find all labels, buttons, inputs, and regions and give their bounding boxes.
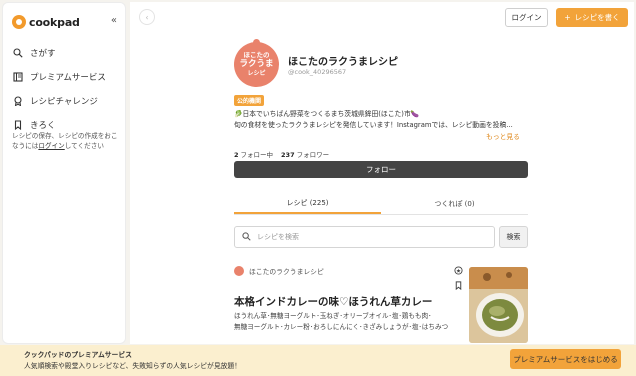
- sidebar-item-search[interactable]: さがす: [12, 41, 120, 65]
- search-icon: [12, 48, 23, 59]
- sidebar: cookpad « さがす プレミアムサービス レシピチャレンジ きろく レシピ…: [2, 2, 126, 344]
- banner-title: クックパッドのプレミアムサービス: [24, 351, 132, 359]
- login-note-tail: してください: [64, 142, 104, 150]
- sidebar-item-label: きろく: [30, 121, 56, 131]
- profile-name: ほこたのラクうまレシピ: [288, 57, 398, 68]
- plus-icon: +: [564, 13, 571, 22]
- profile-tabs: レシピ (225) つくれぽ (0): [234, 193, 528, 215]
- avatar-text-3: レシピ: [247, 70, 266, 77]
- cookpad-logo-icon: [12, 15, 26, 29]
- award-icon: [12, 96, 23, 107]
- recipe-thumbnail[interactable]: [469, 267, 528, 343]
- ingredients-line-2: 無糖ヨーグルト･カレー粉･おろしにんにく･きざみしょうが･塩･はちみつ: [234, 323, 449, 331]
- search-button[interactable]: 検索: [499, 226, 528, 248]
- recipe-card-actions: [454, 266, 463, 292]
- bio-line-2: 旬の食材を使ったラクうまレシピを発信しています！Instagramでは、レシピ動…: [234, 121, 513, 129]
- hotspot-icon[interactable]: [454, 266, 463, 277]
- login-button[interactable]: ログイン: [505, 8, 548, 27]
- search-placeholder: レシピを検索: [257, 233, 299, 241]
- profile-handle: @cook_40296567: [288, 68, 347, 76]
- followers-count: 237: [281, 151, 295, 159]
- login-link[interactable]: ログイン: [38, 142, 64, 150]
- recipe-author[interactable]: ほこたのラクうまレシピ: [234, 266, 324, 276]
- following-stat[interactable]: 2 フォロー中: [234, 149, 273, 159]
- following-label: フォロー中: [240, 151, 274, 159]
- sidebar-item-label: レシピチャレンジ: [30, 97, 98, 107]
- login-note: レシピの保存、レシピの作成をおこなうにはログインしてください: [12, 131, 122, 151]
- follow-button[interactable]: フォロー: [234, 161, 528, 178]
- sidebar-item-premium[interactable]: プレミアムサービス: [12, 65, 120, 89]
- followers-label: フォロワー: [296, 151, 330, 159]
- follow-stats: 2 フォロー中 237 フォロワー: [234, 149, 329, 159]
- back-button[interactable]: ‹: [139, 9, 155, 25]
- write-recipe-button[interactable]: + レシピを書く: [556, 8, 628, 27]
- cookpad-logo[interactable]: cookpad: [12, 14, 80, 30]
- profile-avatar: ほこたの ラクうま レシピ: [234, 37, 279, 87]
- logo-text: cookpad: [29, 15, 80, 29]
- tab-tsukurepo[interactable]: つくれぽ (0): [381, 193, 528, 214]
- official-badge: 公的機関: [234, 95, 265, 106]
- following-count: 2: [234, 151, 239, 159]
- bio-line-1: 🥬日本でいちばん野菜をつくるまち茨城県鉾田(ほこた)市🍆: [234, 110, 420, 118]
- bookmark-icon[interactable]: [454, 281, 463, 292]
- sidebar-item-challenge[interactable]: レシピチャレンジ: [12, 89, 120, 113]
- sidebar-nav: さがす プレミアムサービス レシピチャレンジ きろく: [12, 41, 120, 137]
- author-name: ほこたのラクうまレシピ: [249, 268, 324, 276]
- recipe-title[interactable]: 本格インドカレーの味♡ほうれん草カレー: [234, 294, 432, 309]
- tab-recipes[interactable]: レシピ (225): [234, 193, 381, 214]
- bookmark-icon: [12, 120, 23, 131]
- recipe-ingredients: ほうれん草･無糖ヨーグルト･玉ねぎ･オリーブオイル･塩･鶏もも肉･ 無糖ヨーグル…: [234, 311, 460, 333]
- collapse-sidebar-icon[interactable]: «: [111, 15, 117, 26]
- recipe-search-input[interactable]: レシピを検索: [234, 226, 495, 248]
- followers-stat[interactable]: 237 フォロワー: [281, 149, 329, 159]
- avatar-text-2: ラクうま: [239, 59, 274, 69]
- ingredients-line-1: ほうれん草･無糖ヨーグルト･玉ねぎ･オリーブオイル･塩･鶏もも肉･: [234, 312, 432, 320]
- read-more-link[interactable]: もっと見る: [486, 131, 520, 141]
- banner-subtitle: 人気順検索や殿堂入りレシピなど、失敗知らずの人気レシピが見放題！: [24, 362, 242, 370]
- sidebar-item-label: プレミアムサービス: [30, 73, 106, 83]
- start-premium-button[interactable]: プレミアムサービスをはじめる: [510, 349, 621, 369]
- write-recipe-label: レシピを書く: [574, 13, 620, 22]
- sidebar-item-label: さがす: [30, 49, 56, 59]
- profile-bio: 🥬日本でいちばん野菜をつくるまち茨城県鉾田(ほこた)市🍆 旬の食材を使ったラクう…: [234, 109, 528, 131]
- premium-icon: [12, 72, 23, 83]
- search-icon: [242, 231, 251, 243]
- author-avatar: [234, 266, 244, 276]
